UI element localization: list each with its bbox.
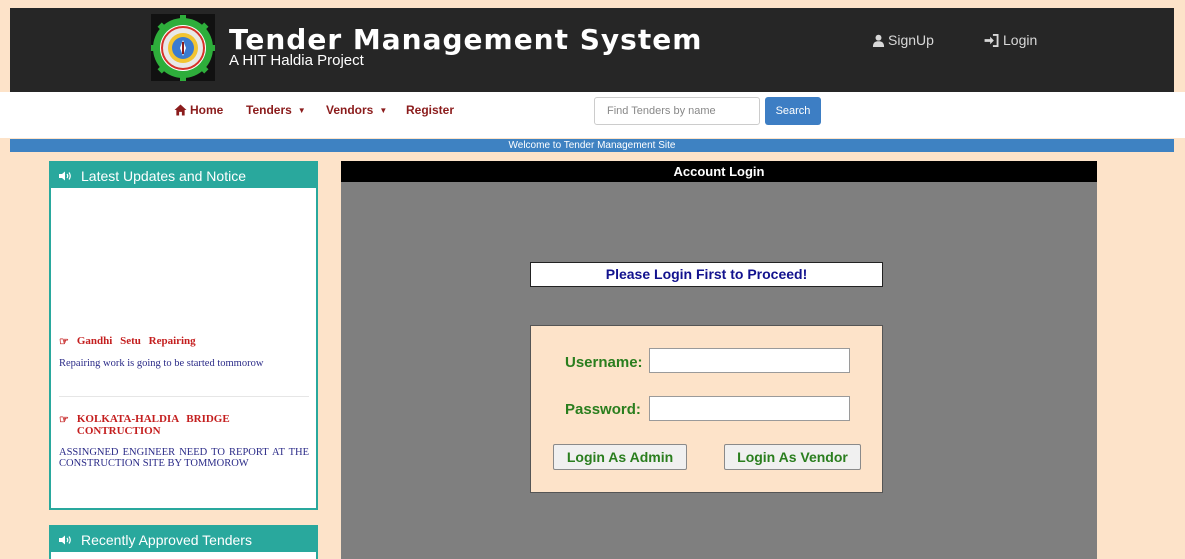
login-icon [984, 33, 999, 47]
nav-tenders-label: Tenders [246, 103, 292, 117]
pointing-hand-icon: ☞ [59, 336, 69, 348]
notice-text: ASSINGNED ENGINEER NEED TO REPORT AT THE… [59, 447, 309, 469]
account-login-header: Account Login [341, 161, 1097, 182]
divider [59, 396, 309, 397]
pointing-hand-icon: ☞ [59, 414, 69, 426]
latest-updates-title: Latest Updates and Notice [81, 167, 246, 184]
notice-title[interactable]: KOLKATA-HALDIA BRIDGE CONTRUCTION [77, 413, 309, 437]
approved-tenders-panel: Recently Approved Tenders [49, 525, 318, 559]
institute-logo [151, 14, 215, 81]
list-item: ☞ KOLKATA-HALDIA BRIDGE CONTRUCTION ASSI… [59, 413, 309, 469]
latest-updates-header: Latest Updates and Notice [51, 163, 316, 188]
speaker-icon [59, 171, 71, 180]
nav-vendors-label: Vendors [326, 103, 374, 117]
login-link[interactable]: Login [984, 32, 1037, 48]
login-as-vendor-button[interactable]: Login As Vendor [724, 444, 861, 470]
login-label: Login [1003, 32, 1038, 48]
signup-label: SignUp [888, 32, 934, 48]
signup-link[interactable]: SignUp [872, 32, 934, 48]
list-item: ☞ Gandhi Setu Repairing Repairing work i… [59, 335, 309, 369]
speaker-icon [59, 535, 71, 544]
account-login-panel: Account Login Please Login First to Proc… [341, 161, 1097, 559]
login-required-notice: Please Login First to Proceed! [530, 262, 883, 287]
approved-tenders-title: Recently Approved Tenders [81, 531, 252, 548]
welcome-banner: Welcome to Tender Management Site [10, 139, 1174, 152]
username-label: Username: [565, 354, 643, 371]
username-field[interactable] [649, 348, 850, 373]
app-subtitle: A HIT Haldia Project [229, 52, 364, 69]
password-label: Password: [565, 401, 641, 418]
latest-updates-panel: Latest Updates and Notice ☞ Gandhi Setu … [49, 161, 318, 510]
home-icon [174, 104, 187, 116]
nav-home-label: Home [190, 103, 224, 117]
login-as-admin-button[interactable]: Login As Admin [553, 444, 687, 470]
caret-down-icon: ▼ [297, 105, 306, 115]
nav-home[interactable]: Home [174, 103, 223, 117]
nav-vendors-dropdown[interactable]: Vendors ▼ [326, 103, 387, 117]
nav-register-label: Register [406, 103, 455, 117]
caret-down-icon: ▼ [379, 105, 388, 115]
approved-tenders-header: Recently Approved Tenders [51, 527, 316, 552]
password-field[interactable] [649, 396, 850, 421]
search-button[interactable]: Search [765, 97, 821, 125]
nav-tenders-dropdown[interactable]: Tenders ▼ [246, 103, 306, 117]
nav-register[interactable]: Register [406, 103, 454, 117]
login-form: Username: Password: Login As Admin Login… [530, 325, 883, 493]
notice-text: Repairing work is going to be started to… [59, 358, 264, 369]
notice-title[interactable]: Gandhi Setu Repairing [77, 335, 196, 347]
search-input[interactable] [594, 97, 760, 125]
user-icon [872, 34, 885, 47]
